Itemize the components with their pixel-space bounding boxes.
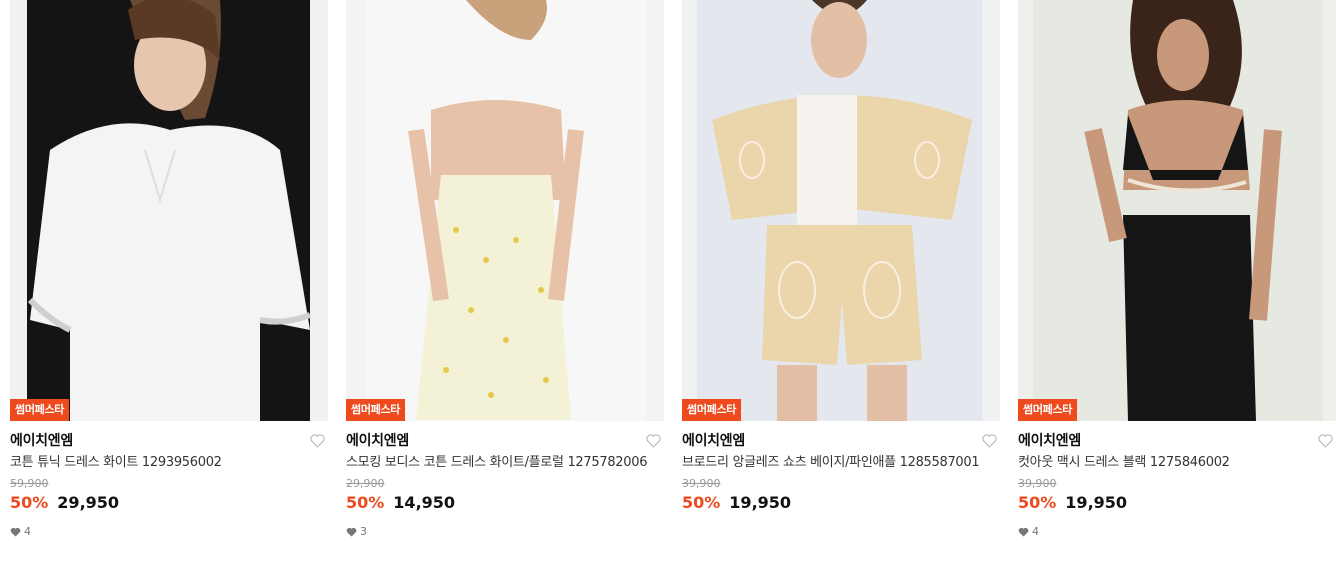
- promo-badge: 썸머페스타: [1018, 399, 1078, 421]
- product-card[interactable]: 썸머페스타 에이치엔엠 코튼 튜닉 드레스 화이트 1293956002 59,…: [10, 0, 328, 565]
- like-count: 4: [10, 525, 328, 538]
- product-image[interactable]: 썸머페스타: [1018, 0, 1336, 421]
- brand-name[interactable]: 에이치엔엠: [1018, 433, 1336, 449]
- like-count-value: 4: [1032, 525, 1039, 538]
- original-price: 29,900: [346, 477, 385, 490]
- product-image[interactable]: 썸머페스타: [682, 0, 1000, 421]
- product-card[interactable]: 썸머페스타 에이치엔엠 스모킹 보디스 코튼 드레스 화이트/플로럴 12757…: [346, 0, 664, 565]
- heart-small-icon: [346, 527, 357, 537]
- promo-badge: 썸머페스타: [682, 399, 742, 421]
- heart-icon[interactable]: [1317, 432, 1334, 449]
- product-grid: 썸머페스타 에이치엔엠 코튼 튜닉 드레스 화이트 1293956002 59,…: [0, 0, 1336, 565]
- promo-badge: 썸머페스타: [346, 399, 406, 421]
- discount-rate: 50%: [346, 493, 385, 512]
- heart-small-icon: [1018, 527, 1029, 537]
- original-price: 59,900: [10, 477, 49, 490]
- sale-price: 19,950: [729, 493, 792, 512]
- heart-small-icon: [10, 527, 21, 537]
- discount-rate: 50%: [10, 493, 49, 512]
- heart-icon[interactable]: [309, 432, 326, 449]
- original-price: 39,900: [1018, 477, 1057, 490]
- sale-price: 29,950: [57, 493, 120, 512]
- product-card[interactable]: 썸머페스타 에이치엔엠 브로드리 앙글레즈 쇼츠 베이지/파인애플 128558…: [682, 0, 1000, 565]
- sale-price: 14,950: [393, 493, 456, 512]
- heart-icon[interactable]: [645, 432, 662, 449]
- product-image[interactable]: 썸머페스타: [10, 0, 328, 421]
- like-count-value: 3: [360, 525, 367, 538]
- product-image[interactable]: 썸머페스타: [346, 0, 664, 421]
- discount-rate: 50%: [682, 493, 721, 512]
- like-count-value: 4: [24, 525, 31, 538]
- like-count: 4: [1018, 525, 1336, 538]
- product-card[interactable]: 썸머페스타 에이치엔엠 컷아웃 맥시 드레스 블랙 1275846002 39,…: [1018, 0, 1336, 565]
- brand-name[interactable]: 에이치엔엠: [346, 433, 664, 449]
- brand-name[interactable]: 에이치엔엠: [10, 433, 328, 449]
- promo-badge: 썸머페스타: [10, 399, 70, 421]
- sale-price: 19,950: [1065, 493, 1128, 512]
- heart-icon[interactable]: [981, 432, 998, 449]
- original-price: 39,900: [682, 477, 721, 490]
- like-count: 3: [346, 525, 664, 538]
- brand-name[interactable]: 에이치엔엠: [682, 433, 1000, 449]
- discount-rate: 50%: [1018, 493, 1057, 512]
